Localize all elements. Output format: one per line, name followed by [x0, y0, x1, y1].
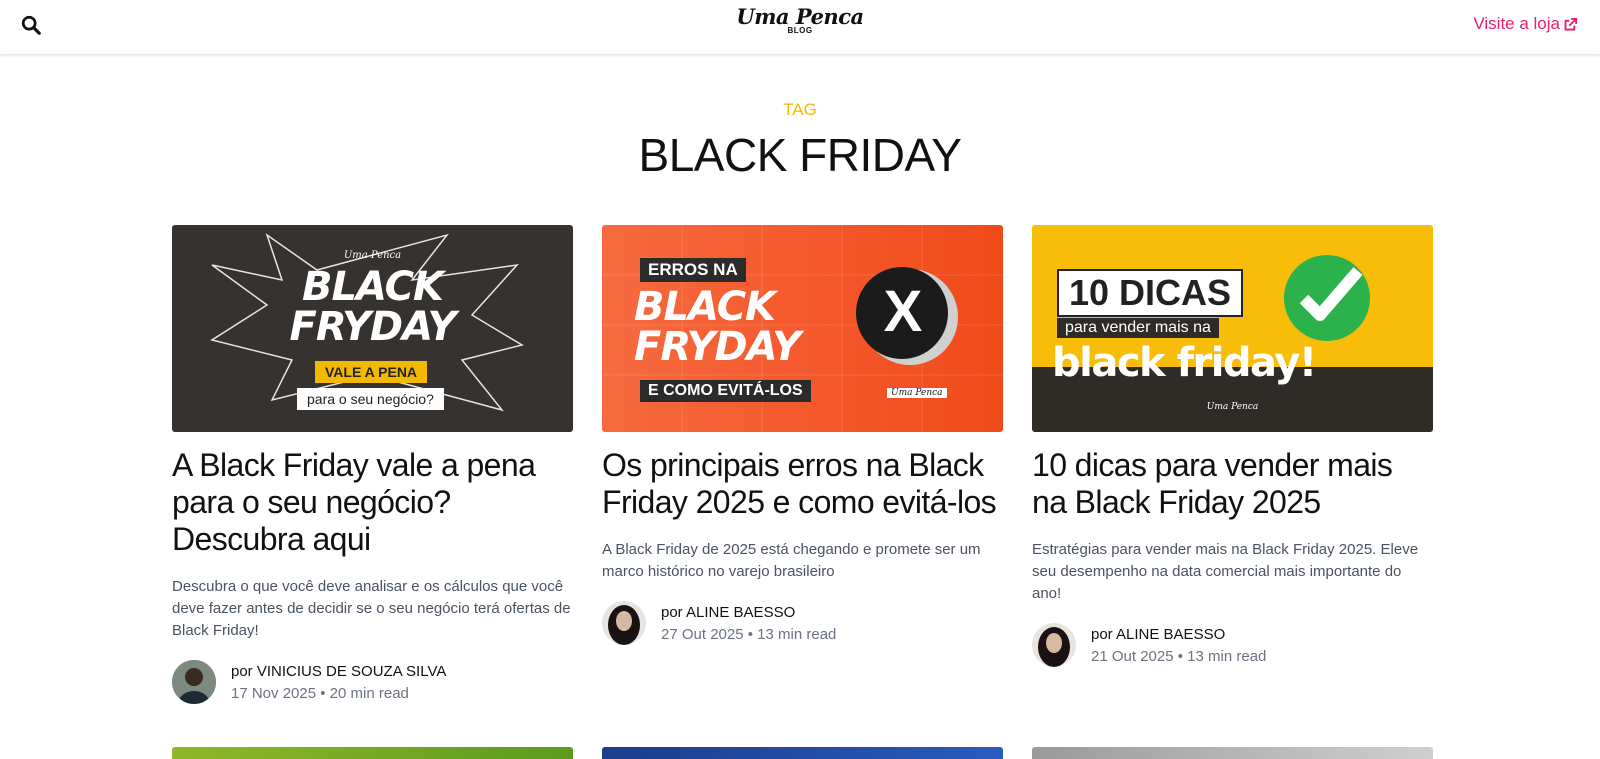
post-thumbnail-partial[interactable]: [172, 747, 573, 759]
read-time: 13 min read: [1187, 647, 1267, 665]
post-excerpt: Descubra o que você deve analisar e os c…: [172, 578, 571, 639]
post-title[interactable]: Os principais erros na Black Friday 2025…: [602, 447, 1003, 521]
x-mark-icon: X: [883, 279, 923, 344]
post-date: 27 Out 2025: [661, 625, 744, 643]
post-date: 21 Out 2025: [1091, 647, 1174, 665]
image-bottom-label: E COMO EVITÁ-LOS: [640, 380, 811, 402]
image-headline-1: BLACK: [301, 264, 444, 310]
author-prefix: por: [661, 603, 683, 621]
avatar-photo: [172, 660, 216, 704]
author-prefix: por: [231, 662, 253, 680]
site-logo[interactable]: Uma Penca BLOG: [0, 4, 1600, 35]
post-author: por ALINE BAESSO 21 Out 2025 • 13 min re…: [1032, 623, 1433, 667]
image-brand: Uma Penca: [887, 388, 947, 398]
post-card[interactable]: ERROS NA BLACK FRYDAY E COMO EVITÁ-LOS X…: [602, 225, 1003, 645]
image-headline-1: BLACK: [634, 284, 776, 330]
visit-store-label: Visite a loja: [1473, 14, 1560, 33]
image-box-label: 10 DICAS: [1057, 269, 1244, 317]
post-card[interactable]: Uma Penca BLACK FRYDAY VALE A PENA para …: [172, 225, 573, 704]
image-big-text: black friday!: [1052, 340, 1317, 386]
author-avatar[interactable]: [172, 660, 216, 704]
post-excerpt: A Black Friday de 2025 está chegando e p…: [602, 541, 981, 580]
author-avatar[interactable]: [1032, 623, 1076, 667]
tag-label: TAG: [783, 100, 817, 119]
author-name[interactable]: VINICIUS DE SOUZA SILVA: [257, 663, 447, 680]
checkmark-icon: [1284, 255, 1370, 341]
author-avatar[interactable]: [602, 601, 646, 645]
site-header: Uma Penca BLOG Visite a loja: [0, 0, 1600, 54]
post-author: por VINICIUS DE SOUZA SILVA 17 Nov 2025 …: [172, 660, 573, 704]
author-name[interactable]: ALINE BAESSO: [686, 604, 795, 621]
post-thumbnail-partial[interactable]: [1032, 747, 1433, 759]
author-prefix: por: [1091, 625, 1113, 643]
post-title[interactable]: 10 dicas para vender mais na Black Frida…: [1032, 447, 1433, 521]
image-badge: VALE A PENA: [315, 361, 428, 383]
avatar-photo: [1032, 623, 1076, 667]
post-excerpt: Estratégias para vender mais na Black Fr…: [1032, 541, 1419, 602]
post-thumbnail[interactable]: Uma Penca BLACK FRYDAY VALE A PENA para …: [172, 225, 573, 432]
image-caption: para o seu negócio?: [297, 388, 444, 410]
author-name[interactable]: ALINE BAESSO: [1116, 626, 1225, 643]
logo-subtitle: BLOG: [787, 26, 813, 35]
page-title: BLACK FRIDAY: [638, 129, 962, 181]
avatar-photo: [602, 601, 646, 645]
post-thumbnail[interactable]: ERROS NA BLACK FRYDAY E COMO EVITÁ-LOS X…: [602, 225, 1003, 432]
visit-store-link[interactable]: Visite a loja: [1473, 14, 1578, 34]
image-top-label: ERROS NA: [640, 258, 746, 282]
image-headline-2: FRYDAY: [289, 304, 457, 350]
read-time: 20 min read: [329, 684, 409, 702]
read-time: 13 min read: [757, 625, 837, 643]
post-thumbnail[interactable]: 10 DICAS para vender mais na black frida…: [1032, 225, 1433, 432]
post-thumbnail-partial[interactable]: [602, 747, 1003, 759]
image-headline-2: FRYDAY: [634, 324, 801, 370]
post-date: 17 Nov 2025: [231, 684, 317, 702]
image-sub-label: para vender mais na: [1057, 318, 1219, 338]
image-brand: Uma Penca: [1206, 402, 1259, 412]
external-link-icon: [1564, 17, 1578, 30]
post-author: por ALINE BAESSO 27 Out 2025 • 13 min re…: [602, 601, 1003, 645]
post-title[interactable]: A Black Friday vale a pena para o seu ne…: [172, 447, 573, 558]
image-brand: Uma Penca: [343, 250, 402, 261]
post-card[interactable]: 10 DICAS para vender mais na black frida…: [1032, 225, 1433, 667]
